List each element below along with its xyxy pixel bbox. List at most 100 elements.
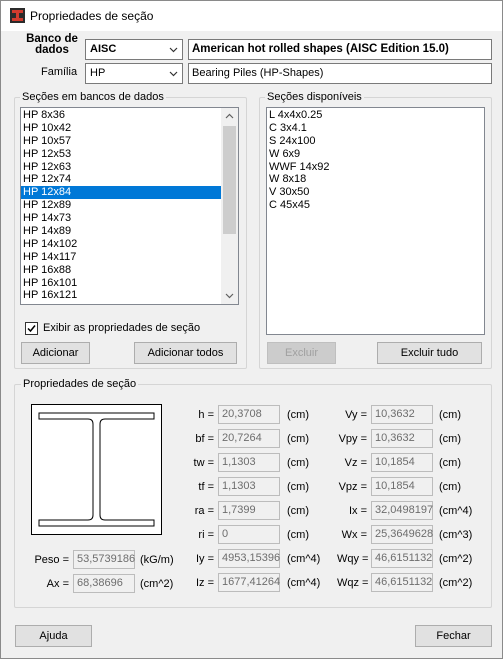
prop-label: Vpy = xyxy=(338,433,367,445)
prop-label: ri = xyxy=(198,529,214,541)
show-properties-label[interactable]: Exibir as propriedades de seção xyxy=(43,322,200,334)
prop-value: 0 xyxy=(222,528,229,540)
available-section-item[interactable]: W 8x18 xyxy=(267,173,484,186)
prop-label: Iz = xyxy=(195,577,214,589)
db-sections-title: Seções em bancos de dados xyxy=(20,91,166,103)
db-sections-scrollbar[interactable] xyxy=(221,108,238,304)
available-section-item[interactable]: V 30x50 xyxy=(267,186,484,199)
prop-field: 20,7264 xyxy=(218,429,280,448)
prop-field: 20,3708 xyxy=(218,405,280,424)
ax-field: 68,38696 xyxy=(73,574,135,593)
prop-field: 4953,15396 xyxy=(218,549,280,568)
db-section-item[interactable]: HP 12x63 xyxy=(21,161,221,174)
available-section-item[interactable]: C 45x45 xyxy=(267,199,484,212)
prop-value: 46,6151132 xyxy=(375,576,433,588)
db-sections-list[interactable]: HP 8x36 HP 10x42 HP 10x57 HP 12x53 HP 12x63 H… xyxy=(20,107,239,305)
prop-unit: (cm) xyxy=(287,433,309,445)
section-drawing xyxy=(31,404,162,535)
available-section-item[interactable]: L 4x4x0.25 xyxy=(267,109,484,122)
prop-value: 32,0498197 xyxy=(375,504,434,516)
db-section-item[interactable]: HP 12x53 xyxy=(21,148,221,161)
database-label: Banco de dados xyxy=(25,33,79,56)
db-section-item[interactable]: HP 12x84 xyxy=(21,186,221,200)
prop-value: 10,1854 xyxy=(375,480,415,492)
show-properties-checkbox[interactable] xyxy=(25,322,38,335)
remove-all-button[interactable]: Excluir tudo xyxy=(377,342,482,364)
add-button[interactable]: Adicionar xyxy=(21,342,90,364)
db-section-item[interactable]: HP 8x36 xyxy=(21,109,221,122)
prop-unit: (cm^2) xyxy=(439,553,473,565)
prop-field: 25,3649628 xyxy=(371,525,433,544)
db-section-item[interactable]: HP 10x42 xyxy=(21,122,221,135)
available-sections-items: L 4x4x0.25 C 3x4.1 S 24x100 W 6x9 WWF 14x92 W… xyxy=(267,109,484,212)
prop-value: 10,3632 xyxy=(375,408,415,420)
prop-unit: (cm^2) xyxy=(439,577,473,589)
prop-unit: (cm^4) xyxy=(439,505,473,517)
available-section-item[interactable]: S 24x100 xyxy=(267,135,484,148)
db-section-item[interactable]: HP 10x57 xyxy=(21,135,221,148)
prop-label: ra = xyxy=(194,505,214,517)
prop-field: 10,1854 xyxy=(371,453,433,472)
prop-unit: (cm) xyxy=(287,529,309,541)
prop-unit: (cm) xyxy=(439,481,461,493)
peso-label: Peso = xyxy=(34,554,69,566)
prop-unit: (cm) xyxy=(439,409,461,421)
prop-field: 46,6151132 xyxy=(371,573,433,592)
ax-value: 68,38696 xyxy=(77,577,123,589)
prop-field: 10,1854 xyxy=(371,477,433,496)
i-beam-app-icon xyxy=(10,8,25,23)
db-sections-scroll-thumb[interactable] xyxy=(223,126,236,234)
prop-field: 1677,41264 xyxy=(218,573,280,592)
db-section-item[interactable]: HP 14x102 xyxy=(21,238,221,251)
close-button[interactable]: Fechar xyxy=(415,625,492,647)
db-section-item[interactable]: HP 16x121 xyxy=(21,289,221,302)
prop-unit: (cm^4) xyxy=(287,553,321,565)
db-section-item[interactable]: HP 14x73 xyxy=(21,212,221,225)
prop-label: Iy = xyxy=(195,553,214,565)
family-label: Família xyxy=(41,66,78,78)
prop-unit: (cm^3) xyxy=(439,529,473,541)
title-bar[interactable]: Propriedades de seção xyxy=(1,1,502,31)
db-section-item[interactable]: HP 12x74 xyxy=(21,173,221,186)
available-section-item[interactable]: W 6x9 xyxy=(267,148,484,161)
prop-label: Ix = xyxy=(348,505,367,517)
prop-field: 0 xyxy=(218,525,280,544)
prop-unit: (cm) xyxy=(439,457,461,469)
chevron-down-icon xyxy=(169,71,178,77)
checkmark-icon xyxy=(27,325,36,333)
prop-unit: (cm) xyxy=(287,409,309,421)
available-section-item[interactable]: C 3x4.1 xyxy=(267,122,484,135)
db-section-item[interactable]: HP 16x88 xyxy=(21,264,221,277)
db-section-item[interactable]: HP 16x101 xyxy=(21,277,221,290)
prop-unit: (cm) xyxy=(287,505,309,517)
prop-label: Wx = xyxy=(341,529,367,541)
prop-label: h = xyxy=(198,409,214,421)
add-all-button[interactable]: Adicionar todos xyxy=(134,342,237,364)
prop-label: bf = xyxy=(195,433,214,445)
prop-field: 10,3632 xyxy=(371,429,433,448)
prop-field: 1,7399 xyxy=(218,501,280,520)
prop-unit: (cm) xyxy=(287,457,309,469)
prop-value: 1677,41264 xyxy=(222,576,281,588)
db-section-item[interactable]: HP 14x117 xyxy=(21,251,221,264)
available-section-item[interactable]: WWF 14x92 xyxy=(267,161,484,174)
database-description-field[interactable]: American hot rolled shapes (AISC Edition… xyxy=(188,39,492,60)
scroll-down-icon[interactable] xyxy=(221,287,238,304)
chevron-down-icon xyxy=(169,47,178,53)
family-description-field[interactable]: Bearing Piles (HP-Shapes) xyxy=(188,63,492,84)
prop-value: 4953,15396 xyxy=(222,552,281,564)
prop-value: 10,1854 xyxy=(375,456,415,468)
ax-label: Ax = xyxy=(46,578,69,590)
scroll-up-icon[interactable] xyxy=(221,108,238,125)
remove-button[interactable]: Excluir xyxy=(267,342,336,364)
db-section-item[interactable]: HP 14x89 xyxy=(21,225,221,238)
family-select[interactable]: HP xyxy=(85,63,183,84)
prop-value: 1,1303 xyxy=(222,480,256,492)
db-sections-items: HP 8x36 HP 10x42 HP 10x57 HP 12x53 HP 12x63 H… xyxy=(21,109,221,302)
prop-label: tf = xyxy=(198,481,214,493)
available-sections-list[interactable]: L 4x4x0.25 C 3x4.1 S 24x100 W 6x9 WWF 14x92 W… xyxy=(266,107,485,335)
db-section-item[interactable]: HP 12x89 xyxy=(21,199,221,212)
help-button[interactable]: Ajuda xyxy=(15,625,92,647)
database-select[interactable]: AISC xyxy=(85,39,183,60)
prop-label: Wqy = xyxy=(337,553,369,565)
